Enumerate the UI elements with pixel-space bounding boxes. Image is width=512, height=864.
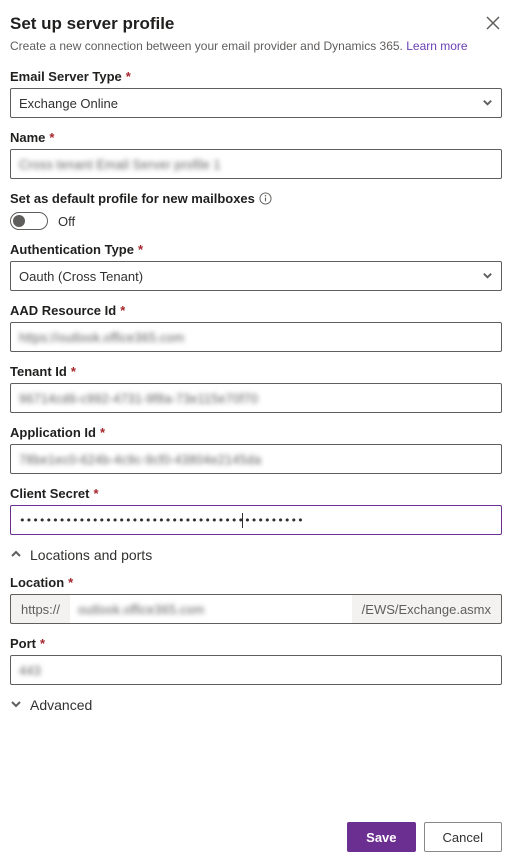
advanced-section-title: Advanced [30,697,92,713]
client-secret-input[interactable]: ••••••••••••••••••••••••••••••••••••••••… [10,505,502,535]
subtitle-text: Create a new connection between your ema… [10,39,403,53]
auth-type-label: Authentication Type* [10,242,502,257]
server-type-label: Email Server Type* [10,69,502,84]
location-suffix: /EWS/Exchange.asmx [352,594,502,624]
locations-section-title: Locations and ports [30,547,152,563]
default-profile-label: Set as default profile for new mailboxes [10,191,502,206]
client-secret-value: ••••••••••••••••••••••••••••••••••••••••… [19,514,304,527]
server-type-select[interactable]: Exchange Online [10,88,502,118]
save-button[interactable]: Save [347,822,415,852]
info-icon[interactable] [259,192,272,205]
aad-resource-value: https://outlook.office365.com [19,330,184,345]
aad-resource-input[interactable]: https://outlook.office365.com [10,322,502,352]
client-secret-label: Client Secret* [10,486,502,501]
chevron-down-icon [482,96,493,111]
name-input[interactable]: Cross tenant Email Server profile 1 [10,149,502,179]
auth-type-value: Oauth (Cross Tenant) [19,269,143,284]
page-subtitle: Create a new connection between your ema… [10,39,502,53]
location-value: outlook.office365.com [78,602,204,617]
location-label: Location* [10,575,502,590]
name-label: Name* [10,130,502,145]
close-icon [486,18,500,33]
page-title: Set up server profile [10,14,174,34]
cancel-button[interactable]: Cancel [424,822,502,852]
toggle-state-label: Off [58,214,75,229]
location-input-group: https:// outlook.office365.com /EWS/Exch… [10,594,502,624]
advanced-section-toggle[interactable]: Advanced [10,697,502,713]
application-id-input[interactable]: 78be1ec0-624b-4c9c-9cf0-43804e2145da [10,444,502,474]
port-label: Port* [10,636,502,651]
auth-type-select[interactable]: Oauth (Cross Tenant) [10,261,502,291]
tenant-id-input[interactable]: 96714cd6-c992-4731-9f8a-73e115e70f70 [10,383,502,413]
port-value: 443 [19,663,41,678]
close-button[interactable] [484,14,502,35]
location-prefix: https:// [10,594,70,624]
learn-more-link[interactable]: Learn more [406,39,467,53]
server-type-value: Exchange Online [19,96,118,111]
port-input[interactable]: 443 [10,655,502,685]
footer: Save Cancel [10,810,502,852]
aad-resource-label: AAD Resource Id* [10,303,502,318]
application-id-value: 78be1ec0-624b-4c9c-9cf0-43804e2145da [19,452,261,467]
location-input[interactable]: outlook.office365.com [70,594,352,624]
tenant-id-label: Tenant Id* [10,364,502,379]
name-value: Cross tenant Email Server profile 1 [19,157,221,172]
chevron-down-icon [482,269,493,284]
application-id-label: Application Id* [10,425,502,440]
tenant-id-value: 96714cd6-c992-4731-9f8a-73e115e70f70 [19,391,258,406]
locations-section-toggle[interactable]: Locations and ports [10,547,502,563]
chevron-up-icon [10,547,22,563]
default-profile-toggle[interactable] [10,212,48,230]
chevron-down-icon [10,697,22,713]
form-body: Email Server Type* Exchange Online Name*… [10,69,502,810]
